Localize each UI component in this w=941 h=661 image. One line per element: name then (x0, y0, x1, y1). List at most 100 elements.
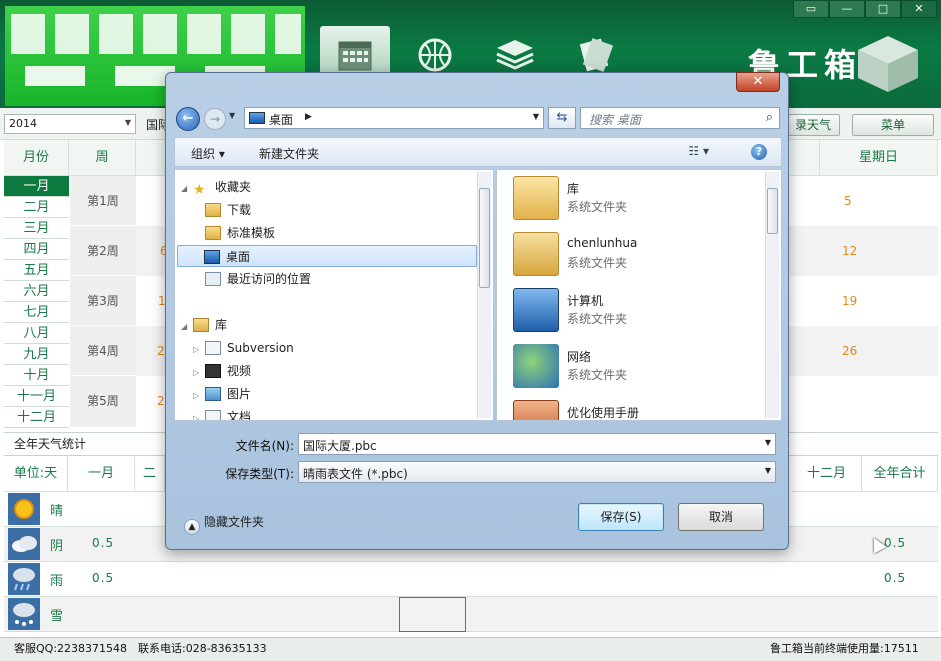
tree-desktop[interactable]: 桌面 (177, 245, 477, 267)
address-row: ← → ▼ 桌面 ▶ ▼ ⇆ 搜索 桌面 ⌕ (174, 105, 782, 131)
address-bar[interactable]: 桌面 ▶ ▼ (244, 107, 544, 129)
filename-input[interactable]: 国际大厦.pbc ▼ (298, 433, 776, 455)
chevron-down-icon[interactable]: ▼ (765, 466, 771, 475)
basketball-icon (418, 38, 452, 72)
month-item[interactable]: 二月 (4, 197, 69, 218)
usage-count: 鲁工箱当前终端使用量:17511 (770, 642, 919, 655)
weather-label: 晴 (49, 504, 63, 519)
month-item[interactable]: 八月 (4, 323, 69, 344)
tree-subversion[interactable]: ▷ Subversion (193, 337, 294, 359)
chevron-right-icon: ▶ (305, 112, 312, 122)
scrollbar-thumb[interactable] (767, 188, 778, 234)
file-item[interactable]: 库 系统文件夹 (513, 174, 763, 224)
organize-button[interactable]: 组织 ▾ (191, 145, 225, 162)
menu-button[interactable]: 菜单 (852, 114, 934, 136)
search-input[interactable]: 搜索 桌面 ⌕ (580, 107, 780, 129)
filetype-select[interactable]: 晴雨表文件 (*.pbc) ▼ (298, 461, 776, 483)
tree-downloads[interactable]: 下载 (205, 199, 251, 221)
history-dropdown[interactable]: ▼ (229, 111, 235, 120)
month-item[interactable]: 九月 (4, 344, 69, 365)
month-item[interactable]: 三月 (4, 218, 69, 239)
week-column-header: 周 (69, 140, 136, 176)
chevron-down-icon[interactable]: ▼ (765, 438, 771, 447)
month-item[interactable]: 十二月 (4, 407, 69, 428)
collapse-arrow-icon[interactable]: ◢ (181, 316, 193, 338)
month-item[interactable]: 十一月 (4, 386, 69, 407)
hide-folders-toggle[interactable]: ▲ 隐藏文件夹 (184, 513, 264, 535)
help-icon[interactable]: ? (751, 144, 767, 160)
day-column-header (790, 140, 820, 176)
expand-arrow-icon[interactable]: ▷ (193, 408, 205, 420)
back-button[interactable]: ← (176, 107, 200, 131)
window-controls: ▭ — □ ✕ (793, 0, 937, 18)
weather-label: 雪 (49, 609, 63, 624)
files-scrollbar[interactable] (765, 172, 779, 418)
chevron-down-icon[interactable]: ▼ (533, 112, 539, 121)
file-item[interactable]: 优化使用手册 (513, 398, 763, 420)
record-weather-button[interactable]: 录天气 (786, 114, 840, 136)
tree-videos[interactable]: ▷ 视频 (193, 360, 251, 382)
stat-total: 0.5 (884, 571, 907, 585)
window-close-button[interactable]: ✕ (901, 0, 937, 18)
month-item[interactable]: 五月 (4, 260, 69, 281)
tree-templates[interactable]: 标准模板 (205, 222, 275, 244)
day-number: 2 (157, 344, 165, 358)
file-name: 网络 (567, 350, 592, 364)
search-icon: ⌕ (765, 110, 773, 125)
address-text: 桌面 (269, 113, 294, 127)
day-number: 2 (157, 394, 165, 408)
file-type: 系统文件夹 (567, 200, 628, 214)
window-maximize-button[interactable]: □ (865, 0, 901, 18)
tree-libraries[interactable]: ◢ 库 (181, 314, 227, 336)
tree-label: 桌面 (226, 250, 251, 264)
tree-favorites[interactable]: ◢ ★ 收藏夹 (181, 176, 251, 198)
sunday-number: 26 (842, 344, 858, 358)
refresh-button[interactable]: ⇆ (548, 107, 576, 129)
tree-documents[interactable]: ▷ 文档 (193, 406, 251, 420)
selected-stat-cell[interactable] (399, 597, 466, 632)
forward-button[interactable]: → (204, 108, 226, 130)
weather-label: 阴 (49, 539, 63, 554)
filetype-label: 保存类型(T): (225, 467, 294, 481)
month-item[interactable]: 七月 (4, 302, 69, 323)
file-item[interactable]: 计算机 系统文件夹 (513, 286, 763, 336)
file-type: 系统文件夹 (567, 256, 628, 270)
video-library-icon (205, 364, 221, 378)
dialog-close-button[interactable]: ✕ (736, 72, 780, 92)
month-item[interactable]: 六月 (4, 281, 69, 302)
view-options-icon[interactable]: ☷ ▾ (688, 144, 709, 158)
new-folder-button[interactable]: 新建文件夹 (259, 145, 319, 162)
save-button[interactable]: 保存(S) (578, 503, 664, 531)
expand-arrow-icon[interactable]: ▷ (193, 385, 205, 407)
collapse-arrow-icon[interactable]: ◢ (181, 178, 193, 200)
month-item[interactable]: 十月 (4, 365, 69, 386)
tree-label: 图片 (227, 387, 252, 401)
scrollbar-thumb[interactable] (479, 188, 490, 288)
cancel-button[interactable]: 取消 (678, 503, 764, 531)
window-minimize-button[interactable]: — (829, 0, 865, 18)
file-item[interactable]: 网络 系统文件夹 (513, 342, 763, 392)
window-restore-button[interactable]: ▭ (793, 0, 829, 18)
nav-scrollbar[interactable] (477, 172, 491, 418)
expand-arrow-icon[interactable]: ▷ (193, 362, 205, 384)
sunday-number: 12 (842, 244, 858, 258)
sunday-number: 19 (842, 294, 858, 308)
tree-pictures[interactable]: ▷ 图片 (193, 383, 251, 405)
file-item[interactable]: chenlunhua 系统文件夹 (513, 230, 763, 280)
expand-arrow-icon[interactable]: ▷ (193, 339, 205, 361)
file-name: chenlunhua (567, 236, 638, 250)
cloud-icon (8, 528, 40, 560)
folder-icon (205, 226, 221, 240)
search-placeholder: 搜索 桌面 (589, 113, 641, 127)
month-item[interactable]: 四月 (4, 239, 69, 260)
navigation-pane: ◢ ★ 收藏夹 下载 标准模板 桌面 最近访问的位置 ◢ 库 ▷ Subversion … (174, 169, 494, 421)
year-select[interactable]: 2014 ▼ (4, 114, 136, 134)
tree-label: 最近访问的位置 (227, 272, 312, 286)
stats-row-rain: 雨 0.5 0.5 (4, 562, 938, 597)
desktop-icon (204, 250, 220, 264)
user-folder-icon (513, 232, 559, 276)
tree-recent[interactable]: 最近访问的位置 (205, 268, 311, 290)
year-value: 2014 (9, 117, 37, 130)
month-item[interactable]: 一月 (4, 176, 69, 197)
snow-icon (8, 598, 40, 630)
